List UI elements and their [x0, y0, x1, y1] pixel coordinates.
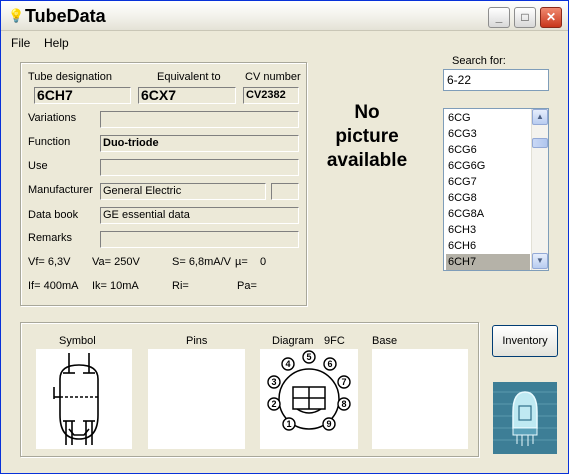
- equivalent-label: Equivalent to: [157, 71, 221, 83]
- param-pa: Pa=: [237, 280, 257, 292]
- main-window: 💡 TubeData _ □ ✕ File Help Tube designat…: [0, 0, 569, 474]
- title-bar[interactable]: 💡 TubeData _ □ ✕: [1, 1, 568, 31]
- list-item[interactable]: 6CG7: [446, 174, 530, 190]
- minimize-button[interactable]: _: [488, 7, 510, 28]
- use-field[interactable]: [100, 159, 299, 176]
- base-label: Base: [372, 335, 398, 347]
- pin-number: 6: [327, 359, 332, 369]
- remarks-label: Remarks: [28, 232, 73, 244]
- databook-field[interactable]: GE essential data: [100, 207, 299, 224]
- function-label: Function: [28, 136, 71, 148]
- param-ik: Ik= 10mA: [92, 280, 139, 292]
- list-item[interactable]: 6CG8: [446, 190, 530, 206]
- variations-label: Variations: [28, 112, 77, 124]
- pins-label: Pins: [186, 335, 208, 347]
- cv-number-field[interactable]: CV2382: [243, 87, 299, 104]
- duo-triode-symbol-icon: [53, 353, 99, 445]
- pin-number: 7: [341, 377, 346, 387]
- diagram-panel: 1 2 3 4 5 6 7 8 9: [260, 349, 358, 449]
- list-item[interactable]: 6CG3: [446, 126, 530, 142]
- search-input[interactable]: 6-22: [443, 69, 549, 91]
- scroll-down-icon[interactable]: ▼: [532, 253, 548, 269]
- inventory-button[interactable]: Inventory: [492, 325, 558, 357]
- menu-help[interactable]: Help: [44, 36, 69, 50]
- window-title: TubeData: [25, 6, 106, 26]
- use-label: Use: [28, 160, 48, 172]
- picture-line-2: picture: [335, 126, 399, 147]
- scroll-thumb[interactable]: [532, 138, 548, 148]
- list-item[interactable]: 6CG: [446, 110, 530, 126]
- param-vf: Vf= 6,3V: [28, 256, 71, 268]
- pin-number: 9: [326, 419, 331, 429]
- databook-label: Data book: [28, 209, 79, 221]
- base-panel: [372, 349, 468, 449]
- manufacturer-label: Manufacturer: [28, 184, 93, 196]
- list-scrollbar[interactable]: ▲ ▼: [531, 109, 548, 270]
- tube-designation-field[interactable]: 6CH7: [34, 87, 131, 104]
- param-mu-value: 0: [260, 256, 267, 268]
- picture-placeholder: No picture available: [316, 101, 418, 173]
- param-s: S= 6,8mA/V: [172, 256, 232, 268]
- param-if: If= 400mA: [28, 280, 79, 292]
- pin-number: 5: [306, 352, 311, 362]
- maximize-button[interactable]: □: [514, 7, 536, 28]
- picture-line-3: available: [326, 150, 408, 171]
- tube-designation-label: Tube designation: [28, 71, 112, 83]
- pin-number: 2: [271, 399, 276, 409]
- diagram-label: Diagram: [272, 335, 314, 347]
- list-item[interactable]: 6CG8A: [446, 206, 530, 222]
- tube-logo-image: [493, 382, 557, 454]
- close-button[interactable]: ✕: [540, 7, 562, 28]
- remarks-field[interactable]: [100, 231, 299, 248]
- symbol-label: Symbol: [59, 335, 96, 347]
- pin-number: 8: [341, 399, 346, 409]
- menu-file[interactable]: File: [11, 36, 30, 50]
- tube-bulb-icon: [493, 382, 557, 454]
- pins-panel: [148, 349, 245, 449]
- list-item-selected[interactable]: 6CH7: [446, 254, 530, 270]
- equivalent-field[interactable]: 6CX7: [138, 87, 236, 104]
- list-item[interactable]: 6CG6: [446, 142, 530, 158]
- lightbulb-icon: 💡: [8, 8, 25, 23]
- search-label: Search for:: [452, 55, 506, 67]
- manufacturer-extra-field[interactable]: [271, 183, 299, 200]
- tube-listbox[interactable]: 6CG 6CG3 6CG6 6CG6G 6CG7 6CG8 6CG8A 6CH3…: [443, 108, 549, 271]
- list-item[interactable]: 6CG6G: [446, 158, 530, 174]
- symbol-panel: [36, 349, 132, 449]
- scroll-up-icon[interactable]: ▲: [532, 109, 548, 125]
- pin-number: 1: [286, 419, 291, 429]
- param-mu-label: µ=: [235, 256, 248, 268]
- manufacturer-field[interactable]: General Electric: [100, 183, 266, 200]
- pin-number: 3: [271, 377, 276, 387]
- diagram-code: 9FC: [324, 335, 345, 347]
- list-item[interactable]: 6CH6: [446, 238, 530, 254]
- cv-number-label: CV number: [245, 71, 301, 83]
- function-field[interactable]: Duo-triode: [100, 135, 299, 152]
- param-va: Va= 250V: [92, 256, 140, 268]
- menu-bar: File Help: [1, 31, 568, 53]
- picture-line-1: No: [354, 102, 380, 123]
- variations-field[interactable]: [100, 111, 299, 128]
- base-diagram-icon: 1 2 3 4 5 6 7 8 9: [267, 350, 351, 431]
- list-item[interactable]: 6CH3: [446, 222, 530, 238]
- pin-number: 4: [285, 359, 290, 369]
- param-ri: Ri=: [172, 280, 189, 292]
